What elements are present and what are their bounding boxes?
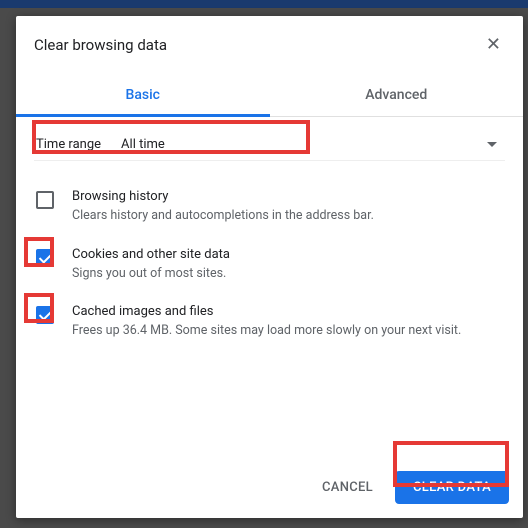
clear-data-button[interactable]: CLEAR DATA	[395, 471, 509, 504]
clear-browsing-data-dialog: Clear browsing data ✕ Basic Advanced Tim…	[16, 16, 523, 518]
close-icon[interactable]: ✕	[482, 32, 505, 57]
option-title: Cookies and other site data	[72, 247, 230, 262]
option-cache: Cached images and files Frees up 36.4 MB…	[34, 288, 505, 346]
option-title: Cached images and files	[72, 304, 461, 319]
option-desc: Frees up 36.4 MB. Some sites may load mo…	[72, 322, 461, 340]
dialog-title: Clear browsing data	[34, 36, 167, 54]
checkbox-browsing-history[interactable]	[36, 191, 54, 209]
time-range-label: Time range	[36, 137, 101, 152]
tab-advanced[interactable]: Advanced	[270, 75, 524, 116]
time-range-select[interactable]: All time	[121, 137, 503, 152]
tab-basic[interactable]: Basic	[16, 75, 270, 116]
option-cookies: Cookies and other site data Signs you ou…	[34, 231, 505, 289]
dialog-footer: CANCEL CLEAR DATA	[16, 459, 523, 518]
option-desc: Signs you out of most sites.	[72, 265, 230, 283]
cancel-button[interactable]: CANCEL	[308, 472, 387, 503]
checkbox-cache[interactable]	[36, 306, 54, 324]
tab-bar: Basic Advanced	[16, 75, 523, 117]
time-range-row: Time range All time	[34, 131, 505, 161]
option-title: Browsing history	[72, 189, 374, 204]
dialog-header: Clear browsing data ✕	[16, 16, 523, 67]
chevron-down-icon	[487, 142, 497, 147]
checkbox-cookies[interactable]	[36, 249, 54, 267]
dialog-content: Time range All time Browsing history Cle…	[16, 117, 523, 459]
time-range-value: All time	[121, 137, 165, 152]
option-browsing-history: Browsing history Clears history and auto…	[34, 173, 505, 231]
option-desc: Clears history and autocompletions in th…	[72, 207, 374, 225]
